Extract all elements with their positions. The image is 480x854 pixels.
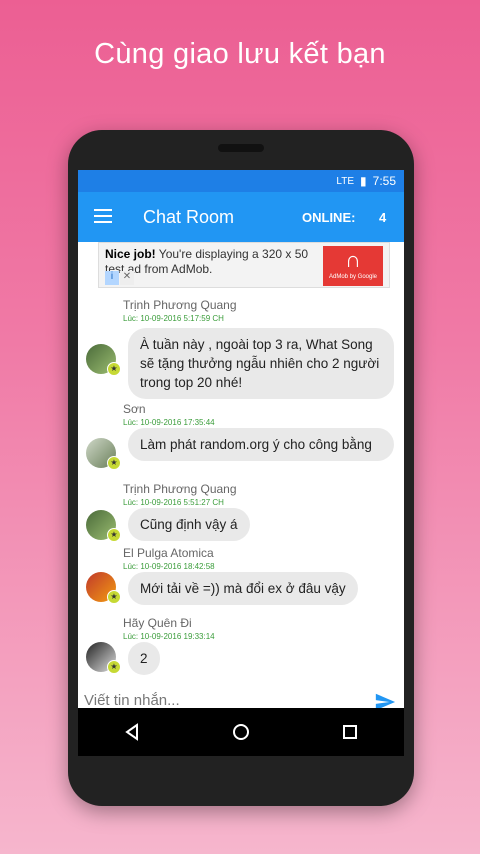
online-label: ONLINE: (302, 209, 356, 225)
ad-text-bold: Nice job! (105, 247, 156, 261)
sender-name: Sơn (123, 402, 146, 416)
avatar[interactable]: ★ (86, 642, 121, 674)
phone-screen: LTE ▮ 7:55 Chat Room ONLINE: 4 Nice job!… (78, 170, 404, 748)
avatar[interactable]: ★ (86, 438, 121, 470)
message-time: Lúc: 10-09-2016 5:51:27 CH (123, 498, 224, 507)
message-bubble: 2 (128, 642, 160, 675)
promo-headline: Cùng giao lưu kết bạn (94, 38, 386, 70)
message-time: Lúc: 10-09-2016 5:17:59 CH (123, 314, 224, 323)
ad-banner[interactable]: Nice job! You're displaying a 320 x 50 t… (98, 242, 390, 288)
battery-icon: ▮ (360, 174, 367, 188)
message-time: Lúc: 10-09-2016 17:35:44 (123, 418, 215, 427)
sender-name: Trịnh Phương Quang (123, 298, 237, 312)
list-item: Sơn Lúc: 10-09-2016 17:35:44 ★ Làm phát … (78, 402, 404, 482)
app-title: Chat Room (143, 206, 235, 227)
list-item: El Pulga Atomica Lúc: 10-09-2016 18:42:5… (78, 546, 404, 612)
list-item: Hãy Quên Đi Lúc: 10-09-2016 19:33:14 ★ 2 (78, 616, 404, 682)
sender-name: El Pulga Atomica (123, 546, 214, 560)
avatar[interactable]: ★ (86, 572, 121, 604)
admob-logo: ∩ AdMob by Google (323, 246, 383, 286)
message-bubble: Mới tải về =)) mà đổi ex ở đâu vậy (128, 572, 358, 605)
message-bubble: À tuần này , ngoài top 3 ra, What Song s… (128, 328, 394, 399)
sender-name: Trịnh Phương Quang (123, 482, 237, 496)
ad-brand: AdMob by Google (328, 274, 378, 280)
status-time: 7:55 (372, 174, 396, 188)
message-bubble: Làm phát random.org ý cho công bằng (128, 428, 394, 461)
ad-info-icon[interactable]: i (105, 271, 119, 285)
android-nav-bar (78, 708, 404, 756)
avatar[interactable]: ★ (86, 344, 121, 376)
ad-text: Nice job! You're displaying a 320 x 50 t… (105, 247, 325, 277)
signal-icon: LTE (336, 175, 355, 187)
chat-list[interactable]: Nice job! You're displaying a 320 x 50 t… (78, 242, 404, 682)
message-time: Lúc: 10-09-2016 19:33:14 (123, 632, 215, 641)
message-time: Lúc: 10-09-2016 18:42:58 (123, 562, 215, 571)
list-item: Trịnh Phương Quang Lúc: 10-09-2016 5:51:… (78, 482, 404, 548)
phone-frame: LTE ▮ 7:55 Chat Room ONLINE: 4 Nice job!… (68, 130, 414, 806)
menu-icon[interactable] (94, 209, 112, 223)
ad-close-icon[interactable]: ✕ (120, 271, 134, 285)
home-icon[interactable] (229, 720, 253, 744)
status-bar: LTE ▮ 7:55 (78, 170, 404, 192)
back-icon[interactable] (120, 720, 144, 744)
list-item: Trịnh Phương Quang Lúc: 10-09-2016 5:17:… (78, 298, 404, 399)
sender-name: Hãy Quên Đi (123, 616, 192, 630)
message-bubble: Cũng định vậy á (128, 508, 250, 541)
avatar[interactable]: ★ (86, 510, 121, 542)
app-bar: Chat Room ONLINE: 4 (78, 192, 404, 242)
online-count: 4 (379, 209, 387, 225)
recents-icon[interactable] (338, 720, 362, 744)
